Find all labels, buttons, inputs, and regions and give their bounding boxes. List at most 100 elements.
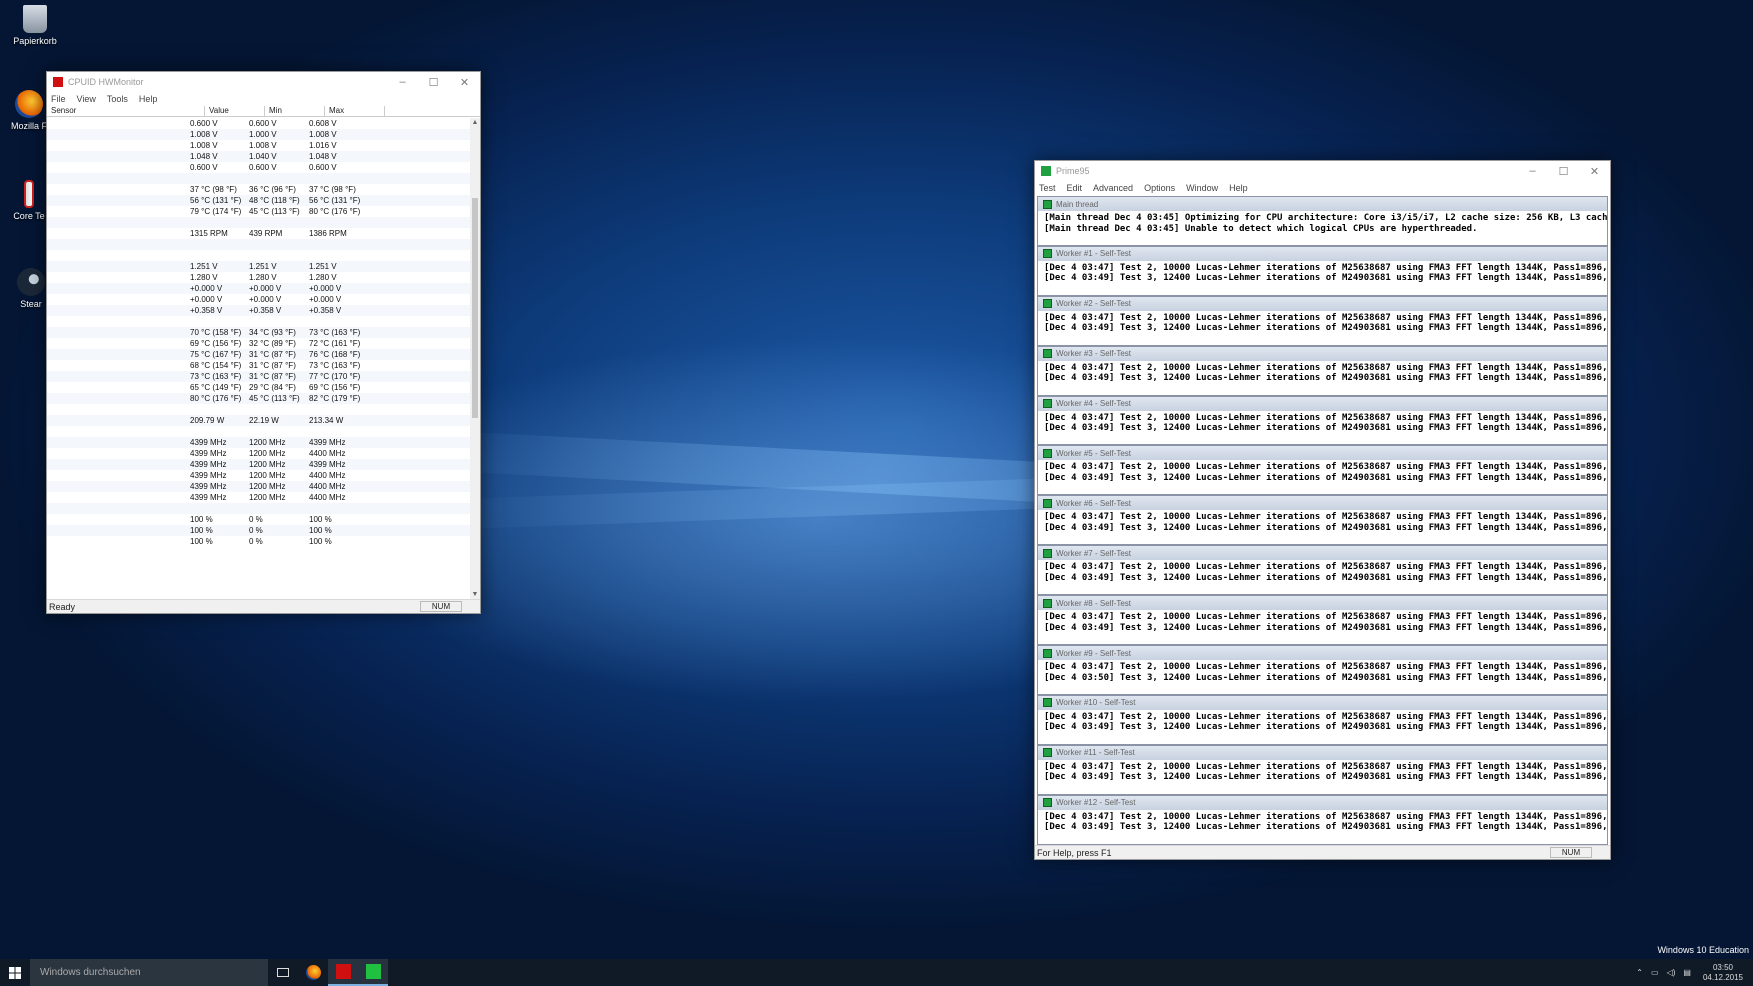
taskbar-prime95[interactable] [358,959,388,986]
menu-help[interactable]: Help [139,94,158,104]
tree-group-row[interactable]: −Intel Core i7 5820K [47,239,470,250]
pane-titlebar[interactable]: Worker #5 - Self-Test [1038,446,1607,461]
start-button[interactable] [0,959,30,986]
pane-titlebar[interactable]: Worker #10 - Self-Test [1038,695,1607,710]
worker-pane[interactable]: Worker #7 - Self-Test [Dec 4 03:47] Test … [1037,545,1608,596]
scroll-down-icon[interactable]: ▼ [470,591,480,598]
menu-tools[interactable]: Tools [107,94,128,104]
taskbar-firefox[interactable] [298,959,328,986]
menu-advanced[interactable]: Advanced [1093,183,1133,193]
sensor-row[interactable]: SYSTIN37 °C (98 °F)36 °C (96 °F)37 °C (9… [47,184,470,195]
taskbar-search-box[interactable]: Windows durchsuchen [30,959,268,986]
minimize-icon[interactable]: – [1517,165,1548,178]
sensor-row[interactable]: LLC/Ring Offset+0.000 V+0.000 V+0.000 V [47,294,470,305]
tree-group-row[interactable]: −Fans [47,217,470,228]
worker-pane[interactable]: Worker #1 - Self-Test [Dec 4 03:47] Test … [1037,245,1608,296]
worker-pane[interactable]: Worker #10 - Self-Test [Dec 4 03:47] Test… [1037,694,1608,745]
column-header-value[interactable]: Value [205,106,265,116]
worker-pane[interactable]: Worker #11 - Self-Test [Dec 4 03:47] Test… [1037,744,1608,795]
sensor-row[interactable]: UC100 %0 %100 % [47,514,470,525]
menu-file[interactable]: File [51,94,66,104]
task-view-button[interactable] [268,959,298,986]
column-header-min[interactable]: Min [265,106,325,116]
pane-titlebar[interactable]: Worker #6 - Self-Test [1038,496,1607,511]
sensor-row[interactable]: Core #24399 MHz1200 MHz4399 MHz [47,459,470,470]
tree-group-row[interactable]: −Voltages [47,250,470,261]
desktop-icon-recycle-bin[interactable]: Papierkorb [0,5,70,46]
prime95-window[interactable]: Prime95 – ☐ ✕ Test Edit Advanced Options… [1034,160,1611,860]
hwmonitor-window[interactable]: CPUID HWMonitor – ☐ ✕ File View Tools He… [46,71,481,614]
hwmonitor-titlebar[interactable]: CPUID HWMonitor – ☐ ✕ [47,72,480,92]
sensor-tree[interactable]: VIN90.600 V0.600 V0.608 VVIN101.008 V1.0… [47,118,470,599]
pane-titlebar[interactable]: Main thread [1038,197,1607,211]
scrollbar-thumb[interactable] [472,198,478,418]
clock[interactable]: 03:50 04.12.2015 [1703,963,1743,983]
close-icon[interactable]: ✕ [1579,165,1610,178]
sensor-row[interactable]: VIN90.600 V0.600 V0.608 V [47,118,470,129]
worker-pane[interactable]: Worker #2 - Self-Test [Dec 4 03:47] Test … [1037,295,1608,346]
menu-view[interactable]: View [77,94,96,104]
pane-titlebar[interactable]: Worker #4 - Self-Test [1038,396,1607,411]
main-thread-pane[interactable]: Main thread [Main thread Dec 4 03:45] Opt… [1037,196,1608,246]
tree-group-row[interactable]: −Temperatures [47,173,470,184]
sensor-row[interactable]: Core #275 °C (167 °F)31 °C (87 °F)76 °C … [47,349,470,360]
pane-titlebar[interactable]: Worker #1 - Self-Test [1038,246,1607,261]
sensor-row[interactable]: Core #54399 MHz1200 MHz4400 MHz [47,492,470,503]
column-header-sensor[interactable]: Sensor [47,106,205,116]
tree-group-row[interactable]: −Powers [47,404,470,415]
menu-help[interactable]: Help [1229,183,1248,193]
pane-titlebar[interactable]: Worker #11 - Self-Test [1038,745,1607,760]
worker-pane[interactable]: Worker #6 - Self-Test [Dec 4 03:47] Test … [1037,495,1608,546]
menu-edit[interactable]: Edit [1067,183,1083,193]
tree-group-row[interactable]: −Temperatures [47,316,470,327]
close-icon[interactable]: ✕ [449,76,480,89]
pane-titlebar[interactable]: Worker #8 - Self-Test [1038,596,1607,611]
sensor-row[interactable]: CPU #0100 %0 %100 % [47,525,470,536]
chevron-up-icon[interactable]: ⌃ [1636,968,1643,977]
tree-group-row[interactable]: −Utilizations [47,503,470,514]
pane-titlebar[interactable]: Worker #3 - Self-Test [1038,346,1607,361]
sensor-row[interactable]: Package80 °C (176 °F)45 °C (113 °F)82 °C… [47,393,470,404]
sensor-row[interactable]: TMPIN379 °C (174 °F)45 °C (113 °F)80 °C … [47,206,470,217]
volume-icon[interactable]: ◁) [1667,968,1676,977]
minimize-icon[interactable]: – [387,76,418,89]
sensor-row[interactable]: Core #04399 MHz1200 MHz4399 MHz [47,437,470,448]
sensor-row[interactable]: Core #44399 MHz1200 MHz4400 MHz [47,481,470,492]
menu-options[interactable]: Options [1144,183,1175,193]
pane-titlebar[interactable]: Worker #9 - Self-Test [1038,646,1607,661]
sensor-row[interactable]: Core #14399 MHz1200 MHz4400 MHz [47,448,470,459]
menu-window[interactable]: Window [1186,183,1218,193]
sensor-row[interactable]: Core #368 °C (154 °F)31 °C (87 °F)73 °C … [47,360,470,371]
pane-titlebar[interactable]: Worker #12 - Self-Test [1038,795,1607,810]
sensor-row[interactable]: Core #169 °C (156 °F)32 °C (89 °F)72 °C … [47,338,470,349]
maximize-icon[interactable]: ☐ [1548,165,1579,178]
sensor-row[interactable]: VIN101.008 V1.000 V1.008 V [47,129,470,140]
worker-pane[interactable]: Worker #4 - Self-Test [Dec 4 03:47] Test … [1037,395,1608,446]
menu-test[interactable]: Test [1039,183,1056,193]
prime95-titlebar[interactable]: Prime95 – ☐ ✕ [1035,161,1610,181]
worker-pane[interactable]: Worker #8 - Self-Test [Dec 4 03:47] Test … [1037,595,1608,646]
sensor-row[interactable]: VIN130.600 V0.600 V0.600 V [47,162,470,173]
sensor-row[interactable]: CPUTIN56 °C (131 °F)48 °C (118 °F)56 °C … [47,195,470,206]
pane-titlebar[interactable]: Worker #2 - Self-Test [1038,296,1607,311]
sensor-row[interactable]: VIN121.048 V1.040 V1.048 V [47,151,470,162]
sensor-row[interactable]: VIN111.008 V1.008 V1.016 V [47,140,470,151]
sensor-row[interactable]: Core #34399 MHz1200 MHz4400 MHz [47,470,470,481]
scroll-up-icon[interactable]: ▲ [470,119,480,126]
sensor-row[interactable]: System Agent Offset+0.358 V+0.358 V+0.35… [47,305,470,316]
worker-pane[interactable]: Worker #3 - Self-Test [Dec 4 03:47] Test … [1037,345,1608,396]
tree-group-row[interactable]: −Clocks [47,426,470,437]
sensor-row[interactable]: Package209.79 W22.19 W213.34 W [47,415,470,426]
sensor-row[interactable]: VID1.251 V1.251 V1.251 V [47,261,470,272]
sensor-row[interactable]: CPU #1100 %0 %100 % [47,536,470,547]
sensor-row[interactable]: Core #473 °C (163 °F)31 °C (87 °F)77 °C … [47,371,470,382]
sensor-row[interactable]: CPUFANIN1315 RPM439 RPM1386 RPM [47,228,470,239]
pane-titlebar[interactable]: Worker #7 - Self-Test [1038,546,1607,561]
maximize-icon[interactable]: ☐ [418,76,449,89]
taskbar-hwmonitor[interactable] [328,959,358,986]
worker-pane[interactable]: Worker #5 - Self-Test [Dec 4 03:47] Test … [1037,445,1608,496]
sensor-row[interactable]: Core #070 °C (158 °F)34 °C (93 °F)73 °C … [47,327,470,338]
sensor-row[interactable]: IA1.280 V1.280 V1.280 V [47,272,470,283]
network-icon[interactable]: ▭ [1651,968,1659,977]
column-header-max[interactable]: Max [325,106,385,116]
